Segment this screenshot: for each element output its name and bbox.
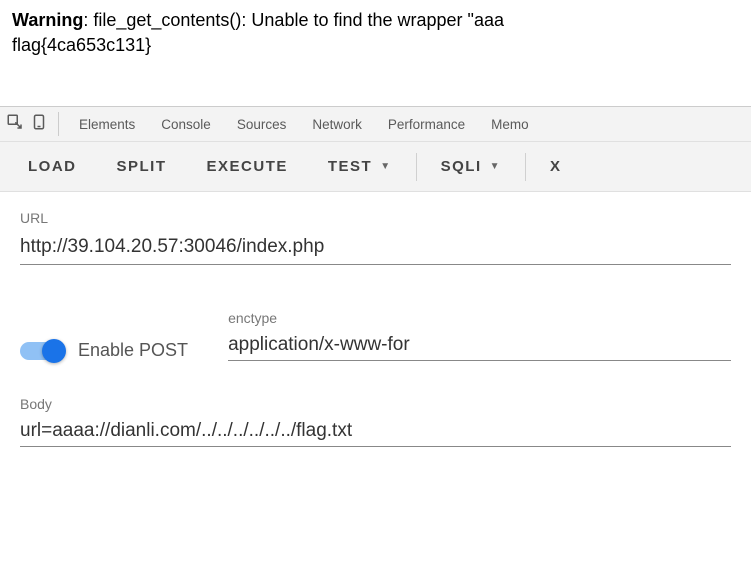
sqli-button[interactable]: SQLI ▼ [421, 142, 521, 191]
enctype-group: enctype [228, 310, 731, 361]
tab-sources[interactable]: Sources [225, 117, 299, 132]
chevron-down-icon: ▼ [490, 161, 501, 172]
warning-prefix: Warning [12, 10, 83, 30]
action-toolbar: LOAD SPLIT EXECUTE TEST ▼ SQLI ▼ X [0, 142, 751, 192]
toolbar-divider [525, 153, 526, 181]
tab-elements[interactable]: Elements [67, 117, 147, 132]
load-button[interactable]: LOAD [8, 142, 97, 191]
body-label: Body [20, 396, 731, 412]
warning-output: Warning: file_get_contents(): Unable to … [0, 0, 751, 78]
enable-post-group: Enable POST [20, 340, 188, 361]
url-input[interactable] [20, 230, 731, 265]
tab-performance[interactable]: Performance [376, 117, 477, 132]
tab-console[interactable]: Console [149, 117, 223, 132]
url-label: URL [20, 210, 731, 226]
enable-post-label: Enable POST [78, 340, 188, 361]
execute-button[interactable]: EXECUTE [187, 142, 308, 191]
test-button[interactable]: TEST ▼ [308, 142, 412, 191]
split-button[interactable]: SPLIT [97, 142, 187, 191]
devtools-toolbar: Elements Console Sources Network Perform… [0, 106, 751, 142]
chevron-down-icon: ▼ [380, 161, 391, 172]
inspect-icon-group [6, 112, 59, 136]
body-input[interactable] [20, 416, 731, 447]
toolbar-divider [416, 153, 417, 181]
tab-memory[interactable]: Memo [479, 117, 541, 132]
body-section: Body [20, 396, 731, 447]
inspect-element-icon[interactable] [6, 113, 24, 136]
enable-post-toggle[interactable] [20, 342, 64, 360]
form-area: URL Enable POST enctype Body [0, 192, 751, 465]
enctype-label: enctype [228, 310, 731, 326]
flag-text: flag{4ca653c131} [12, 35, 151, 55]
devtools-tabs: Elements Console Sources Network Perform… [67, 117, 541, 132]
tab-network[interactable]: Network [300, 117, 374, 132]
warning-message: : file_get_contents(): Unable to find th… [83, 10, 504, 30]
enctype-input[interactable] [228, 330, 731, 361]
extra-button[interactable]: X [530, 142, 582, 191]
device-toggle-icon[interactable] [30, 113, 48, 136]
toggle-knob [42, 339, 66, 363]
